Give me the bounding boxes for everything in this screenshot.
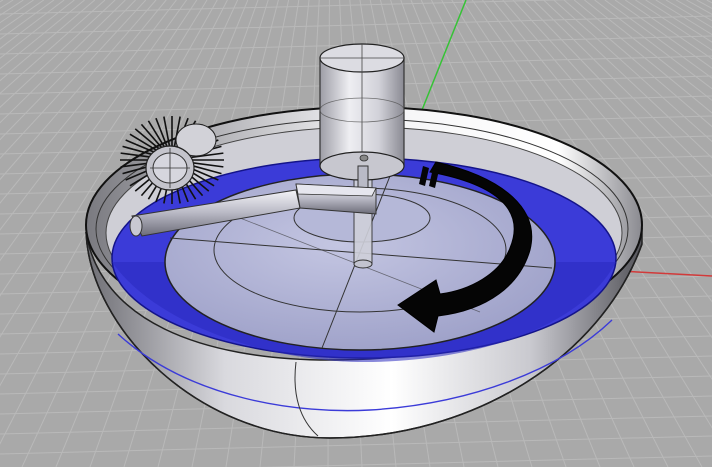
scene-svg bbox=[0, 0, 712, 467]
motor-cylinder[interactable] bbox=[319, 43, 405, 193]
y-axis-line bbox=[419, 0, 467, 116]
cad-viewport[interactable] bbox=[0, 0, 712, 467]
bristle-brush[interactable] bbox=[120, 116, 224, 204]
